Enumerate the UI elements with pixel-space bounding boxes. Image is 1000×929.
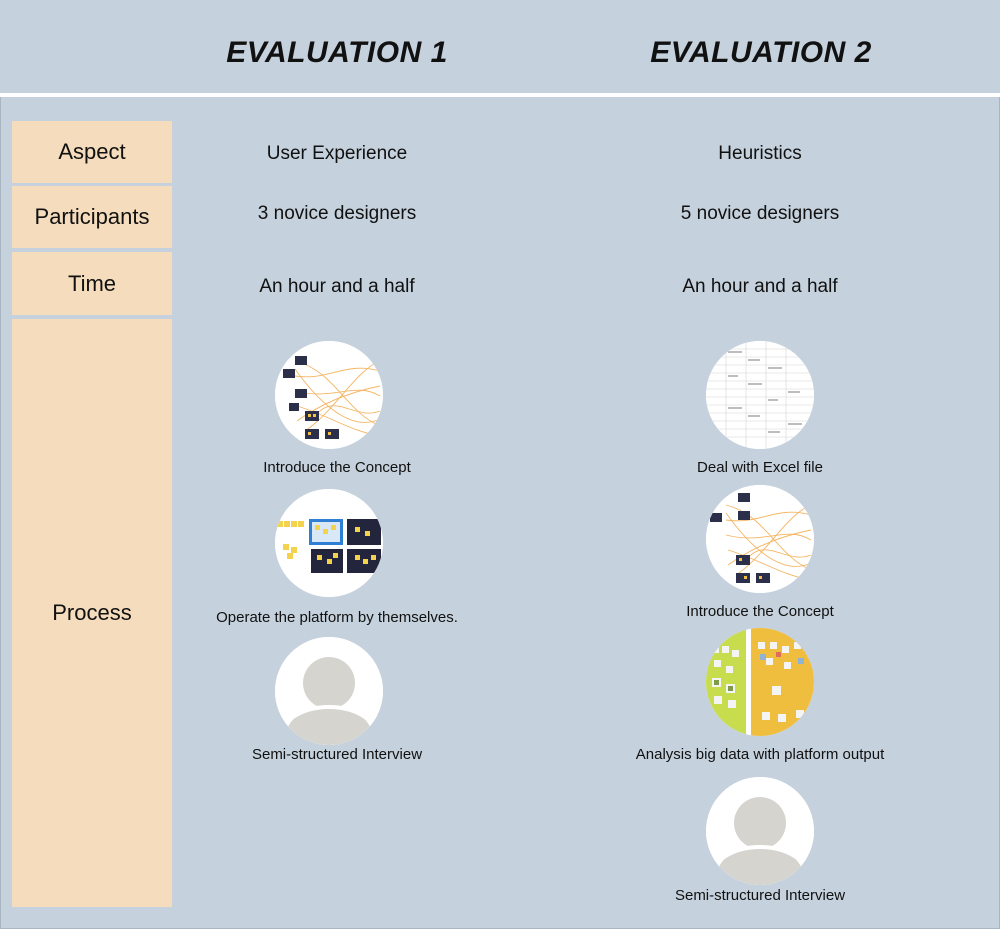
time-eval2: An hour and a half <box>682 276 838 297</box>
person-avatar-icon <box>706 777 814 885</box>
aspect-eval2: Heuristics <box>718 143 802 164</box>
concept-network-icon <box>706 485 814 593</box>
platform-screens-icon <box>275 489 383 597</box>
evaluation-1-title: EVALUATION 1 <box>226 36 448 69</box>
sticky-board-icon <box>706 628 814 736</box>
row-label-time: Time <box>12 252 172 315</box>
row-label-participants: Participants <box>12 186 172 248</box>
eval2-step3-caption: Analysis big data with platform output <box>635 746 885 763</box>
row-label-aspect-text: Aspect <box>58 139 126 164</box>
time-eval1: An hour and a half <box>259 276 415 297</box>
aspect-eval1: User Experience <box>266 143 408 164</box>
eval2-step2-caption: Introduce the Concept <box>686 603 834 620</box>
row-label-participants-text: Participants <box>34 204 150 229</box>
row-label-process-text: Process <box>52 600 132 625</box>
spreadsheet-icon <box>706 341 814 449</box>
evaluation-2-title: EVALUATION 2 <box>650 36 872 69</box>
person-avatar-icon <box>275 637 383 745</box>
concept-network-icon <box>275 341 383 449</box>
eval2-step1-caption: Deal with Excel file <box>697 459 823 476</box>
row-label-time-text: Time <box>67 270 117 296</box>
participants-eval2: 5 novice designers <box>680 203 840 224</box>
eval2-step4-caption: Semi-structured Interview <box>674 887 846 904</box>
row-label-aspect: Aspect <box>12 121 172 183</box>
eval1-step3-caption: Semi-structured Interview <box>251 746 423 763</box>
participants-eval1: 3 novice designers <box>257 203 417 224</box>
eval1-step2-caption: Operate the platform by themselves. <box>216 609 458 626</box>
eval1-step1-caption: Introduce the Concept <box>263 459 411 476</box>
row-label-process: Process <box>12 319 172 907</box>
header-divider <box>0 93 1000 97</box>
